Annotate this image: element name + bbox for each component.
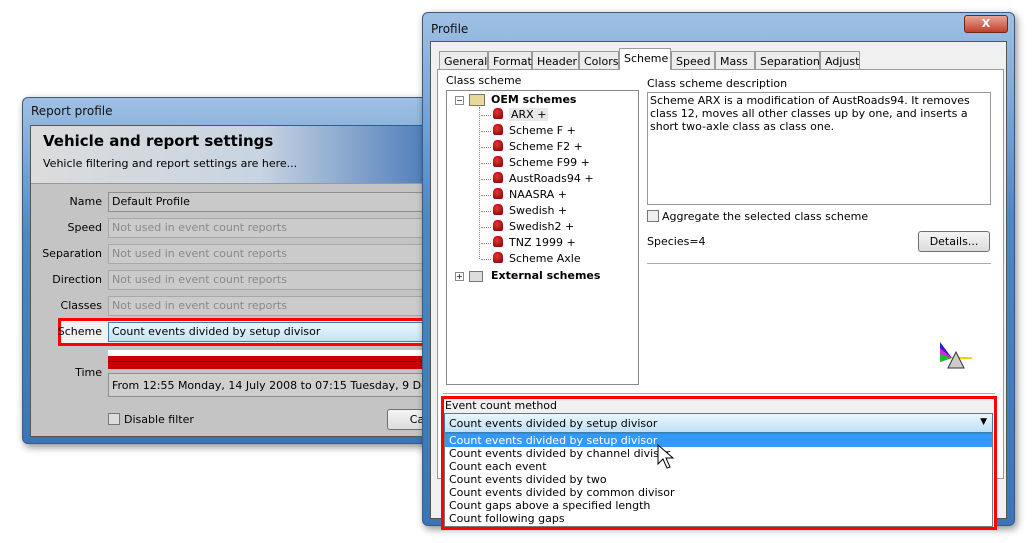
class-scheme-icon	[493, 204, 503, 215]
header-banner: Vehicle and report settings Vehicle filt…	[31, 126, 449, 184]
field-input[interactable]: Not used in event count reports	[108, 244, 438, 264]
prism-icon	[940, 342, 972, 369]
field-input[interactable]: Not used in event count reports	[108, 218, 438, 238]
header-subtitle: Vehicle filtering and report settings ar…	[43, 157, 298, 170]
divider	[647, 263, 991, 264]
tab-header[interactable]: Header	[532, 51, 579, 70]
window-title: Profile	[431, 22, 469, 36]
class-scheme-icon	[493, 236, 503, 247]
time-range-field[interactable]: From 12:55 Monday, 14 July 2008 to 07:15…	[108, 373, 438, 397]
open-folder-icon	[469, 94, 485, 106]
tab-adjust[interactable]: Adjust	[820, 51, 860, 70]
event-count-value: Count events divided by setup divisor	[449, 417, 658, 430]
collapse-icon[interactable]: −	[455, 96, 464, 105]
folder-icon	[469, 271, 483, 282]
species-count: Species=4	[647, 235, 706, 248]
scheme-combo[interactable]: Count events divided by setup divisor	[108, 322, 438, 342]
tree-item[interactable]: Swedish2 +	[481, 220, 574, 236]
class-scheme-icon	[493, 252, 503, 263]
tab-speed[interactable]: Speed	[671, 51, 715, 70]
tab-format[interactable]: Format	[488, 51, 532, 70]
tree-item[interactable]: AustRoads94 +	[481, 172, 594, 188]
field-label: Classes	[60, 299, 102, 312]
tree-item[interactable]: Swedish +	[481, 204, 567, 220]
dropdown-option[interactable]: Count each event	[445, 460, 992, 473]
class-scheme-icon	[493, 140, 503, 151]
class-scheme-icon	[493, 172, 503, 183]
close-button[interactable]: X	[964, 15, 1008, 33]
tab-colors[interactable]: Colors	[579, 51, 619, 70]
tree-item[interactable]: Scheme F99 +	[481, 156, 590, 172]
description-label: Class scheme description	[647, 77, 788, 90]
tree-item[interactable]: Scheme F2 +	[481, 140, 583, 156]
tab-separation[interactable]: Separation	[755, 51, 820, 70]
event-count-label: Event count method	[445, 399, 558, 412]
aggregate-label: Aggregate the selected class scheme	[662, 210, 869, 223]
disable-filter-label: Disable filter	[124, 413, 194, 426]
details-button[interactable]: Details...	[918, 231, 990, 252]
class-scheme-label: Class scheme	[446, 74, 522, 87]
field-input[interactable]: Default Profile	[108, 192, 438, 212]
field-input[interactable]: Not used in event count reports	[108, 296, 438, 316]
chevron-down-icon: ▼	[980, 417, 987, 427]
disable-filter-checkbox[interactable]	[108, 413, 120, 425]
field-input[interactable]: Not used in event count reports	[108, 270, 438, 290]
tree-item[interactable]: ARX +	[481, 108, 549, 124]
tree-item[interactable]: Scheme Axle	[481, 252, 581, 268]
field-label: Direction	[52, 273, 102, 286]
class-scheme-icon	[493, 188, 503, 199]
event-count-dropdown[interactable]: Count events divided by setup divisor Cou…	[444, 433, 993, 527]
scheme-label: Scheme	[57, 325, 102, 338]
field-label: Speed	[67, 221, 102, 234]
event-count-combo[interactable]: Count events divided by setup divisor ▼	[444, 413, 993, 433]
expand-icon[interactable]: +	[455, 272, 464, 281]
tree-item[interactable]: TNZ 1999 +	[481, 236, 576, 252]
description-text[interactable]: Scheme ARX is a modification of AustRoad…	[647, 92, 991, 205]
field-label: Separation	[42, 247, 102, 260]
time-range-bar[interactable]	[108, 350, 438, 369]
dropdown-option[interactable]: Count events divided by common divisor	[445, 486, 992, 499]
header-title: Vehicle and report settings	[43, 132, 274, 150]
class-scheme-tree[interactable]: − OEM schemes ARX + Scheme F + Scheme F2 +…	[446, 90, 639, 385]
time-label: Time	[75, 366, 102, 379]
mouse-cursor-icon	[657, 444, 675, 469]
class-scheme-icon	[493, 220, 503, 231]
field-label: Name	[69, 195, 102, 208]
tab-general[interactable]: General	[439, 51, 488, 70]
close-icon: X	[981, 17, 991, 30]
tree-item[interactable]: Scheme F +	[481, 124, 576, 140]
dropdown-option[interactable]: Count events divided by two	[445, 473, 992, 486]
tree-item[interactable]: NAASRA +	[481, 188, 567, 204]
window-title: Report profile	[31, 104, 113, 118]
dropdown-option[interactable]: Count following gaps	[445, 512, 992, 525]
dropdown-option[interactable]: Count events divided by setup divisor	[445, 434, 992, 447]
class-scheme-icon	[493, 124, 503, 135]
aggregate-checkbox[interactable]	[647, 210, 659, 222]
tab-mass[interactable]: Mass	[715, 51, 755, 70]
class-scheme-icon	[493, 108, 503, 119]
divider	[443, 393, 995, 394]
tree-root-oem[interactable]: OEM schemes	[491, 93, 576, 106]
tree-root-external[interactable]: External schemes	[491, 269, 600, 282]
dropdown-option[interactable]: Count gaps above a specified length	[445, 499, 992, 512]
tree-line	[479, 107, 480, 259]
tab-scheme[interactable]: Scheme	[619, 48, 671, 70]
class-scheme-icon	[493, 156, 503, 167]
dropdown-option[interactable]: Count events divided by channel divisor	[445, 447, 992, 460]
